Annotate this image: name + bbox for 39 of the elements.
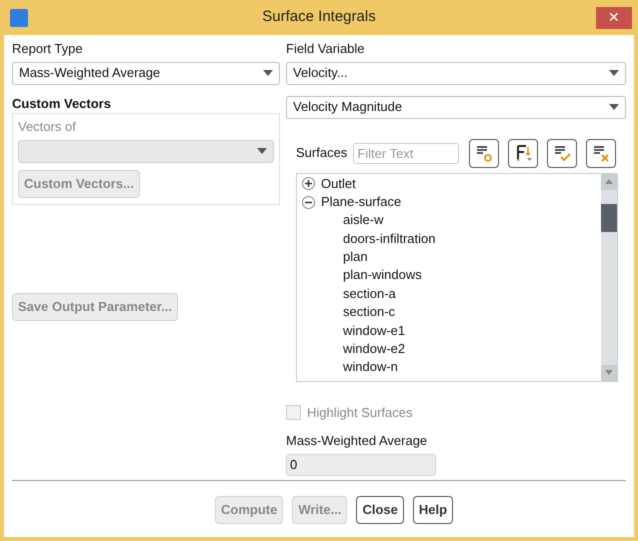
tree-item[interactable]: section-c: [297, 303, 601, 322]
field-label: Field Variable: [286, 40, 366, 58]
tree-item[interactable]: aisle-w: [297, 211, 601, 230]
tree-item[interactable]: window-e2: [297, 340, 601, 358]
collapse-icon[interactable]: [302, 196, 315, 209]
close-button[interactable]: ✕: [596, 6, 632, 28]
section-title: Custom Vectors: [12, 94, 112, 112]
select-all-icon[interactable]: [547, 138, 578, 168]
tree-item[interactable]: window-e1: [297, 322, 601, 340]
tree-item[interactable]: Outlet: [321, 174, 356, 193]
filter-input[interactable]: Filter Text: [353, 142, 460, 164]
dialog-button[interactable]: Help: [412, 496, 454, 524]
scrollbar[interactable]: [601, 174, 617, 380]
tree-item[interactable]: window-n: [297, 358, 601, 377]
tree-item[interactable]: doors-infiltration: [297, 230, 601, 248]
caret-icon: [257, 148, 267, 154]
scrollbar-thumb[interactable]: [601, 204, 617, 232]
tree-item[interactable]: Plane-surface: [321, 193, 402, 212]
tree-item[interactable]: plan: [297, 248, 601, 266]
report-type-dropdown[interactable]: Mass-Weighted Average: [12, 62, 280, 84]
field-variable-dropdown[interactable]: Velocity...: [286, 62, 626, 84]
dialog-button[interactable]: Close: [356, 496, 404, 524]
field-variable-dropdown[interactable]: Velocity Magnitude: [286, 96, 626, 118]
filter-arrows-icon[interactable]: [508, 138, 538, 168]
checkbox-label: Highlight Surfaces: [307, 404, 412, 422]
field-label: Surfaces: [296, 144, 348, 162]
caret-icon: [263, 70, 273, 76]
caret-icon: [609, 70, 619, 76]
deselect-all-icon[interactable]: [586, 138, 616, 168]
expand-icon[interactable]: [302, 177, 315, 190]
field-label: Report Type: [12, 40, 84, 58]
field-label: Vectors of: [18, 118, 77, 136]
caret-icon: [609, 104, 619, 110]
field-label: Mass-Weighted Average: [286, 432, 428, 450]
result-value: 0: [290, 456, 298, 474]
tree-item[interactable]: plan-windows: [297, 266, 601, 285]
window-title: Surface Integrals: [261, 7, 377, 28]
tree-item[interactable]: section-a: [297, 284, 601, 304]
app-logo-icon: [10, 8, 28, 26]
